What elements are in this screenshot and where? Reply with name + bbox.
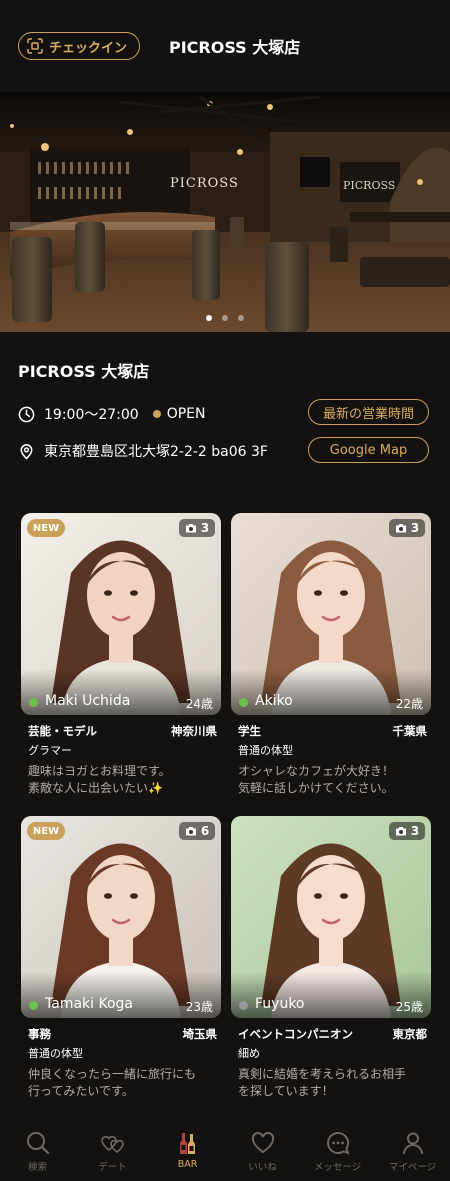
cast-prefecture: 千葉県 [392, 724, 428, 738]
photo-count: 3 [410, 824, 420, 838]
bar-interior-photo: PICROSS PICROSS [0, 92, 450, 332]
camera-icon [395, 524, 406, 533]
hours-row: 19:00〜27:00 OPEN [18, 404, 205, 424]
online-status-dot [29, 1001, 38, 1010]
cast-card[interactable]: 3 Akiko 22歳 学生 千葉県 普通の体型 オシャレなカフェが大好き！ 気… [231, 513, 431, 803]
carousel-indicator [0, 315, 450, 321]
camera-icon [185, 827, 196, 836]
cast-occupation: 学生 [238, 724, 261, 738]
camera-icon [395, 827, 406, 836]
cast-prefecture: 東京都 [392, 1027, 428, 1041]
new-badge: NEW [27, 519, 65, 537]
tab-label: いいね [248, 1162, 277, 1173]
tab-mypage[interactable]: マイページ [375, 1120, 450, 1181]
cast-body-type: 普通の体型 [238, 744, 293, 757]
bar-bottles-icon [179, 1133, 195, 1154]
cast-prefecture: 神奈川県 [171, 724, 217, 738]
photo-count: 6 [200, 824, 210, 838]
google-map-button[interactable]: Google Map [308, 437, 429, 463]
cast-name: Maki Uchida [45, 693, 131, 709]
location-pin-icon [20, 443, 33, 460]
photo-count-badge: 3 [389, 519, 425, 537]
tab-label: メッセージ [313, 1162, 362, 1173]
cast-card[interactable]: NEW 3 Maki Uchida 24歳 芸能・モデル 神奈川県 グラマー 趣… [21, 513, 221, 803]
cast-age: 23歳 [185, 1000, 213, 1014]
store-address: 東京都豊島区北大塚2-2-2 ba06 3F [44, 444, 268, 460]
cast-age: 22歳 [395, 697, 423, 711]
tab-date[interactable]: デート [75, 1120, 150, 1181]
cast-message: オシャレなカフェが大好き！ 気軽に話しかけてください。 [238, 764, 395, 795]
cast-body-type: 普通の体型 [28, 1047, 83, 1060]
clock-icon [18, 406, 35, 422]
carousel-dot[interactable] [238, 315, 244, 321]
online-status-dot [29, 698, 38, 707]
tab-search[interactable]: 検索 [0, 1120, 75, 1181]
cast-age: 24歳 [185, 697, 213, 711]
photo-count: 3 [410, 521, 420, 535]
svg-text:PICROSS: PICROSS [170, 176, 239, 191]
profile-photo[interactable]: NEW 3 Maki Uchida 24歳 [21, 513, 221, 715]
search-icon [26, 1132, 49, 1155]
tab-likes[interactable]: いいね [225, 1120, 300, 1181]
scan-icon [27, 38, 43, 54]
tab-label: デート [98, 1162, 127, 1173]
page-title: PICROSS 大塚店 [169, 38, 301, 57]
cast-occupation: 芸能・モデル [28, 724, 97, 738]
bottom-tab-bar: 検索 デート BAR いいね メッセージ マイページ [0, 1120, 450, 1181]
carousel-dot[interactable] [222, 315, 228, 321]
cast-card[interactable]: NEW 6 Tamaki Koga 23歳 事務 埼玉県 普通の体型 仲良くなっ… [21, 816, 221, 1106]
photo-count: 3 [200, 521, 210, 535]
tab-messages[interactable]: メッセージ [300, 1120, 375, 1181]
cast-name: Tamaki Koga [45, 996, 133, 1012]
new-badge: NEW [27, 822, 65, 840]
hearts-icon [100, 1135, 124, 1153]
cast-body-type: 細め [238, 1047, 260, 1060]
cast-body-type: グラマー [28, 744, 72, 757]
photo-count-badge: 6 [179, 822, 215, 840]
photo-count-badge: 3 [179, 519, 215, 537]
open-status: OPEN [166, 406, 206, 422]
tab-label: マイページ [388, 1162, 437, 1173]
profile-photo[interactable]: 3 Akiko 22歳 [231, 513, 431, 715]
cast-card[interactable]: 3 Fuyuko 25歳 イベントコンパニオン 東京都 細め 真剣に結婚を考えら… [231, 816, 431, 1106]
cast-prefecture: 埼玉県 [182, 1027, 218, 1041]
top-header: チェックイン PICROSS 大塚店 [0, 0, 450, 92]
person-icon [402, 1132, 423, 1155]
online-status-dot [239, 698, 248, 707]
cast-message: 趣味はヨガとお料理です。 素敵な人に出会いたい✨ [28, 764, 171, 795]
cast-occupation: イベントコンパニオン [238, 1027, 353, 1041]
camera-icon [185, 524, 196, 533]
photo-count-badge: 3 [389, 822, 425, 840]
address-row: 東京都豊島区北大塚2-2-2 ba06 3F [18, 441, 268, 461]
carousel-dot[interactable] [206, 315, 212, 321]
cast-name: Akiko [255, 693, 293, 709]
store-hero-image[interactable]: PICROSS PICROSS [0, 92, 450, 332]
checkin-button[interactable]: チェックイン [18, 32, 140, 60]
cast-age: 25歳 [395, 1000, 423, 1014]
opening-hours: 19:00〜27:00 [44, 407, 139, 423]
cast-message: 真剣に結婚を考えられるお相手 を探しています！ [238, 1067, 407, 1098]
tab-bar[interactable]: BAR [150, 1120, 225, 1181]
latest-hours-button[interactable]: 最新の営業時間 [308, 399, 429, 425]
checkin-label: チェックイン [49, 40, 128, 56]
tab-label: BAR [177, 1159, 198, 1170]
profile-photo[interactable]: 3 Fuyuko 25歳 [231, 816, 431, 1018]
cast-message: 仲良くなったら一緒に旅行にも 行ってみたいです。 [28, 1067, 197, 1098]
online-status-dot [239, 1001, 248, 1010]
svg-text:PICROSS: PICROSS [343, 179, 395, 192]
profile-photo[interactable]: NEW 6 Tamaki Koga 23歳 [21, 816, 221, 1018]
chat-icon [326, 1131, 350, 1155]
heart-icon [251, 1131, 274, 1154]
cast-occupation: 事務 [28, 1027, 51, 1041]
status-dot [152, 410, 161, 418]
cast-name: Fuyuko [255, 996, 305, 1012]
tab-label: 検索 [27, 1162, 47, 1173]
store-name: PICROSS 大塚店 [18, 362, 150, 381]
